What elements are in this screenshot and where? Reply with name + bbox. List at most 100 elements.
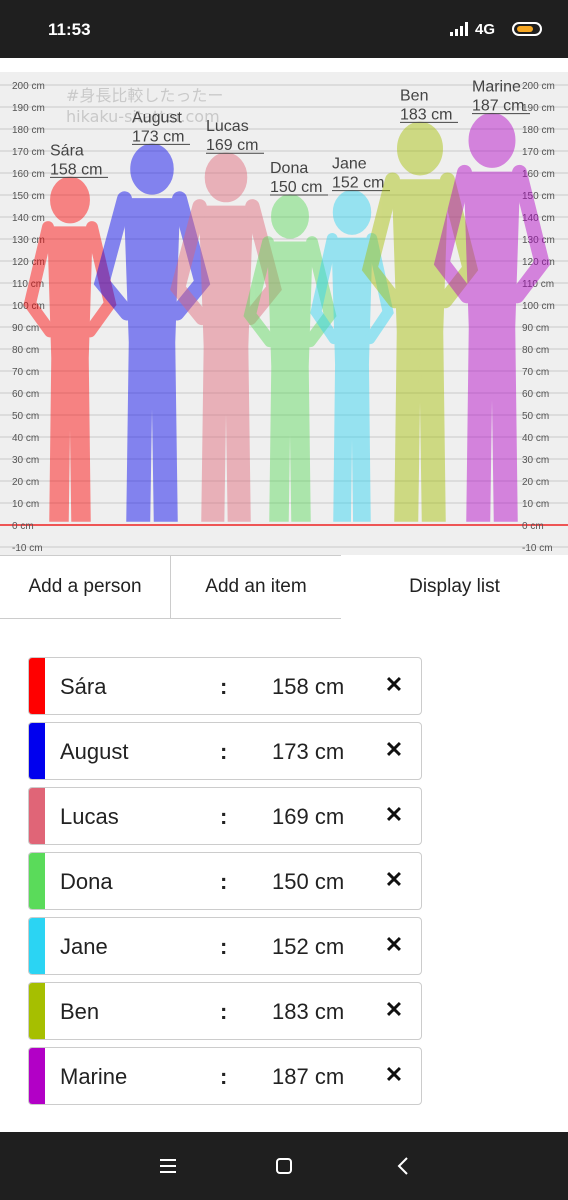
watermark: #身長比較したったー	[66, 86, 223, 105]
signal-icon	[450, 22, 468, 36]
tick-label: 70 cm	[12, 367, 39, 378]
height-comparison-chart: 200 cm 200 cm 190 cm 190 cm 180 cm 180 cm 170 …	[0, 58, 568, 555]
tick-label: 10 cm	[522, 499, 549, 510]
tick-label: 40 cm	[12, 433, 39, 444]
tick-label: 20 cm	[522, 477, 549, 488]
tick-label: -10 cm	[12, 543, 43, 554]
battery-icon	[512, 22, 542, 36]
person-height: 183 cm	[272, 999, 345, 1024]
silhouette-part	[332, 189, 372, 235]
tick-label: 90 cm	[522, 323, 549, 334]
tick-label: 30 cm	[12, 455, 39, 466]
separator: :	[220, 674, 228, 699]
status-bar: 11:53 4G	[0, 0, 568, 58]
person-name-label: Marine	[472, 79, 521, 96]
remove-icon[interactable]: ✕	[381, 672, 407, 698]
back-icon[interactable]	[388, 1150, 420, 1182]
separator: :	[220, 804, 228, 829]
person-name-label: Ben	[400, 87, 428, 104]
list-item: Marine : 187 cm ✕	[28, 1047, 422, 1105]
list-item: Lucas : 169 cm ✕	[28, 787, 422, 845]
separator: :	[220, 934, 228, 959]
person-height-label: 187 cm	[472, 98, 524, 115]
tick-label: 160 cm	[12, 169, 45, 180]
person-name-label: Dona	[270, 160, 308, 177]
list-item: Dona : 150 cm ✕	[28, 852, 422, 910]
separator: :	[220, 1064, 228, 1089]
tick-label: 200 cm	[12, 81, 45, 92]
person-name: Dona	[60, 869, 113, 894]
tick-label: 60 cm	[522, 389, 549, 400]
tick-label: 60 cm	[12, 389, 39, 400]
tick-label: 0 cm	[522, 521, 544, 532]
person-name: Ben	[60, 999, 100, 1024]
color-swatch	[29, 788, 45, 844]
home-icon[interactable]	[268, 1150, 300, 1182]
person-height: 150 cm	[272, 869, 345, 894]
add-person-button[interactable]: Add a person	[0, 555, 171, 619]
person-height-label: 173 cm	[132, 128, 184, 145]
color-swatch	[29, 1048, 45, 1104]
person-height-label: 169 cm	[206, 137, 258, 154]
color-swatch	[29, 658, 45, 714]
remove-icon[interactable]: ✕	[381, 932, 407, 958]
list-item: Ben : 183 cm ✕	[28, 982, 422, 1040]
silhouette-part	[468, 112, 516, 168]
tick-label: 170 cm	[12, 147, 45, 158]
status-time: 11:53	[48, 20, 91, 39]
list-item: Jane : 152 cm ✕	[28, 917, 422, 975]
tick-label: 40 cm	[522, 433, 549, 444]
person-name: Sára	[60, 674, 107, 699]
separator: :	[220, 999, 228, 1024]
person-name-label: Lucas	[206, 118, 249, 135]
tick-label: 80 cm	[12, 345, 39, 356]
silhouette-part	[397, 121, 443, 176]
person-height: 187 cm	[272, 1064, 345, 1089]
tick-label: 180 cm	[522, 125, 555, 136]
person-name-label: Jane	[332, 156, 367, 173]
person-name: Jane	[60, 934, 108, 959]
remove-icon[interactable]: ✕	[381, 737, 407, 763]
person-height-label: 150 cm	[270, 179, 322, 196]
remove-icon[interactable]: ✕	[381, 1062, 407, 1088]
tick-label: 180 cm	[12, 125, 45, 136]
remove-icon[interactable]: ✕	[381, 867, 407, 893]
remove-icon[interactable]: ✕	[381, 802, 407, 828]
tick-label: 80 cm	[522, 345, 549, 356]
tick-label: 190 cm	[12, 103, 45, 114]
display-list-button[interactable]: Display list	[341, 555, 568, 619]
tick-label: 140 cm	[12, 213, 45, 224]
person-height-label: 158 cm	[50, 161, 102, 178]
tick-label: 50 cm	[12, 411, 39, 422]
person-height-label: 183 cm	[400, 106, 452, 123]
person-height: 152 cm	[272, 934, 345, 959]
add-item-button[interactable]: Add an item	[170, 555, 342, 619]
remove-icon[interactable]: ✕	[381, 997, 407, 1023]
list-item: August : 173 cm ✕	[28, 722, 422, 780]
tick-label: 100 cm	[522, 301, 555, 312]
tick-label: 150 cm	[12, 191, 45, 202]
person-name-label: August	[132, 109, 182, 126]
separator: :	[220, 739, 228, 764]
network-type: 4G	[475, 21, 496, 38]
person-height-label: 152 cm	[332, 175, 384, 192]
tick-label: 30 cm	[522, 455, 549, 466]
tick-label: 0 cm	[12, 521, 34, 532]
action-buttons: Add a person Add an item Display list	[0, 555, 568, 621]
tick-label: 20 cm	[12, 477, 39, 488]
silhouette-part	[130, 143, 174, 195]
tick-label: 190 cm	[522, 103, 555, 114]
tick-label: 50 cm	[522, 411, 549, 422]
menu-icon[interactable]	[152, 1150, 184, 1182]
silhouette-part	[50, 176, 90, 224]
chart-svg: 200 cm 200 cm 190 cm 190 cm 180 cm 180 cm 170 …	[0, 72, 568, 555]
color-swatch	[29, 983, 45, 1039]
system-nav-bar	[0, 1132, 568, 1200]
color-swatch	[29, 853, 45, 909]
person-name: Marine	[60, 1064, 128, 1089]
color-swatch	[29, 723, 45, 779]
tick-label: 70 cm	[522, 367, 549, 378]
person-height: 173 cm	[272, 739, 345, 764]
tick-label: 90 cm	[12, 323, 39, 334]
person-height: 169 cm	[272, 804, 345, 829]
